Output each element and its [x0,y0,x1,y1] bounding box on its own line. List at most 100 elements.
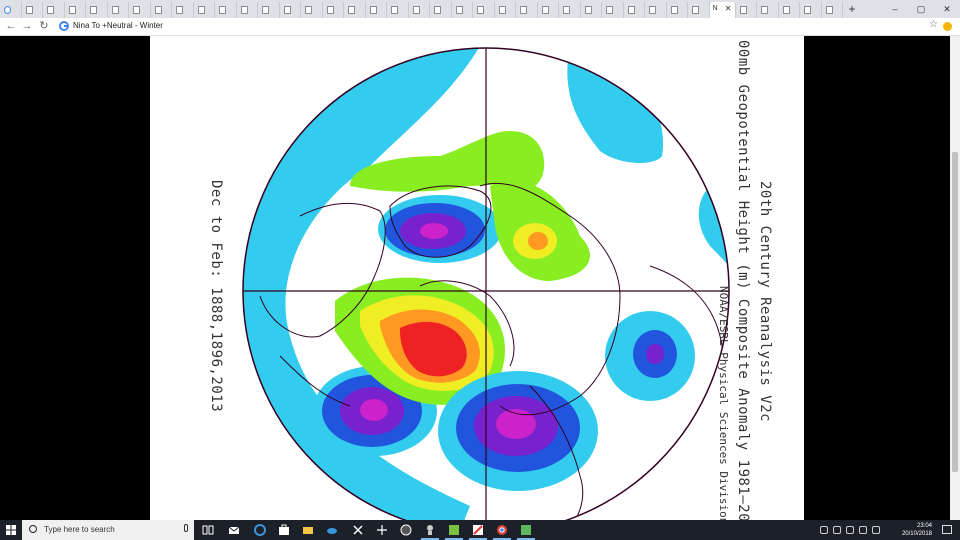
close-tab-icon[interactable]: ✕ [725,4,732,13]
page-favicon-icon [111,6,119,14]
browser-tab[interactable] [86,2,108,18]
browser-tab[interactable] [129,2,151,18]
browser-tab[interactable] [645,2,667,18]
page-tab-title[interactable]: Nina To +Neutral - Winter [73,21,163,30]
close-window-button[interactable]: ✕ [934,0,960,18]
browser-tab[interactable] [0,2,22,18]
browser-tab[interactable] [800,2,822,18]
back-arrow-icon[interactable]: ← [4,19,18,34]
browser-tab[interactable] [559,2,581,18]
page-favicon-icon [520,6,527,14]
app-button[interactable] [442,520,466,540]
minimize-button[interactable]: – [882,0,908,18]
green-app-icon [449,525,459,535]
media-button[interactable] [346,520,370,540]
orange-anomaly-siberia [528,232,548,250]
page-favicon-icon [606,6,613,14]
browser-tab[interactable] [322,2,344,18]
browser-tab[interactable] [193,2,215,18]
active-tab-label: N [712,5,718,12]
page-favicon-icon [47,6,54,14]
clock-time: 23:04 [916,523,932,529]
page-favicon-icon [176,6,183,14]
browser-tab[interactable] [451,2,473,18]
file-explorer-button[interactable] [296,520,320,540]
cloud-tray-icon[interactable] [846,526,854,534]
browser-tab[interactable] [172,2,194,18]
media-icon [353,525,363,535]
browser-tab-active[interactable]: N ✕ [709,2,736,18]
browser-tab[interactable] [735,2,757,18]
task-view-button[interactable] [196,520,220,540]
notification-icon[interactable] [942,525,952,534]
edge-button[interactable] [248,520,272,540]
app-button[interactable] [514,520,538,540]
mail-button[interactable] [222,520,246,540]
maximize-button[interactable]: ▢ [908,0,934,18]
browser-tab[interactable] [473,2,495,18]
browser-tab[interactable] [430,2,452,18]
browser-toolbar: ← → ↻ Nina To +Neutral - Winter ☆ [0,18,960,36]
page-scrollbar[interactable] [950,36,960,520]
browser-tab[interactable] [387,2,409,18]
app-icon [377,525,387,535]
browser-tab[interactable] [301,2,323,18]
onedrive-button[interactable] [320,520,344,540]
reload-icon[interactable]: ↻ [37,19,51,34]
page-favicon-icon [584,6,592,14]
browser-tab[interactable] [537,2,559,18]
browser-tab[interactable] [688,2,710,18]
browser-tab[interactable] [215,2,237,18]
browser-tab[interactable] [757,2,779,18]
page-favicon-icon [670,6,678,14]
volume-icon[interactable] [872,526,880,534]
browser-tab[interactable] [236,2,258,18]
browser-tab[interactable] [778,2,800,18]
page-favicon-icon [283,6,291,14]
search-placeholder: Type here to search [44,525,115,534]
chrome-button[interactable] [490,520,514,540]
app-button[interactable] [370,520,394,540]
browser-tab[interactable] [408,2,430,18]
browser-tab[interactable] [150,2,172,18]
new-tab-button[interactable]: + [843,2,861,18]
green-app-icon [521,525,531,535]
app-button[interactable] [418,520,442,540]
browser-tab[interactable] [580,2,602,18]
browser-tab[interactable] [602,2,624,18]
browser-tab[interactable] [516,2,538,18]
browser-tab[interactable] [494,2,516,18]
windows-icon[interactable] [0,520,22,540]
forward-arrow-icon[interactable]: → [20,19,34,34]
page-favicon-icon [498,6,506,14]
map-title-line1: 20th Century Reanalysis V2c [757,181,773,423]
browser-tab[interactable] [666,2,688,18]
browser-tab[interactable] [821,2,843,18]
extension-icon[interactable] [943,22,952,31]
store-button[interactable] [272,520,296,540]
scrollbar-thumb[interactable] [952,152,958,472]
page-favicon-icon [563,6,570,14]
browser-tab[interactable] [344,2,366,18]
browser-tab[interactable] [107,2,129,18]
browser-tab[interactable] [365,2,387,18]
bookmark-star-icon[interactable]: ☆ [929,19,938,30]
browser-tab[interactable] [279,2,301,18]
page-favicon-icon [25,6,33,14]
app-button[interactable] [394,520,418,540]
browser-tab[interactable] [21,2,43,18]
browser-tab[interactable] [258,2,280,18]
app-button[interactable] [466,520,490,540]
microphone-icon[interactable] [184,524,188,532]
chevron-up-icon[interactable] [833,526,841,534]
paint-app-icon [473,525,483,535]
taskbar-clock[interactable]: 23:04 20/10/2018 [902,522,932,538]
browser-tab[interactable] [623,2,645,18]
browser-tab[interactable] [43,2,65,18]
people-icon[interactable] [820,526,828,534]
network-icon[interactable] [859,526,867,534]
tab-strip: N ✕ + – ▢ ✕ [0,0,960,18]
page-favicon-icon [197,6,205,14]
browser-tab[interactable] [64,2,86,18]
taskbar-search-box[interactable]: Type here to search [22,520,194,540]
